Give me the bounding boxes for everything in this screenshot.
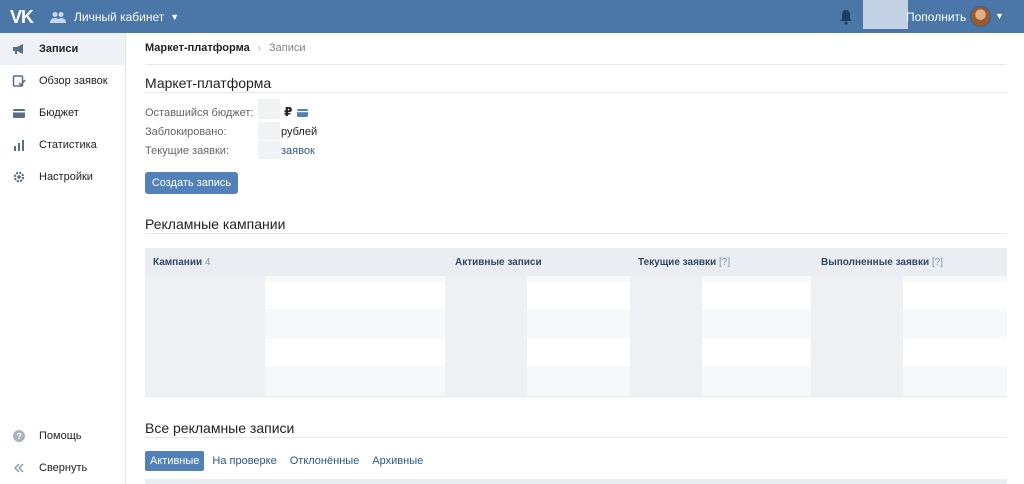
help-hint[interactable]: [?] [932, 257, 943, 268]
blocked-value [258, 122, 280, 140]
sidebar-item-label: Обзор заявок [39, 75, 108, 87]
campaigns-table-header: Кампании 4 Активные записи Текущие заявк… [145, 248, 1007, 276]
posts-list [145, 479, 1007, 484]
column-header-current-requests[interactable]: Текущие заявки [?] [638, 257, 730, 268]
sidebar-item-label: Записи [39, 43, 79, 55]
balance-display [863, 0, 908, 29]
campaigns-count: 4 [204, 257, 211, 268]
current-requests-cell [630, 276, 702, 396]
campaigns-title: Рекламные кампании [145, 216, 286, 232]
campaign-name-cell [145, 276, 265, 396]
gear-icon [12, 170, 26, 184]
requests-label: Текущие заявки: [145, 145, 229, 157]
megaphone-icon [12, 42, 26, 56]
campaigns-table-body [145, 276, 1007, 396]
account-label: Личный кабинет [74, 10, 165, 24]
divider [145, 233, 1007, 234]
create-post-button[interactable]: Создать запись [145, 172, 238, 194]
chevron-down-icon: ▼ [170, 12, 180, 22]
divider [145, 92, 1007, 93]
budget-value [258, 99, 280, 119]
collapse-sidebar-button[interactable]: Свернуть [0, 452, 125, 484]
tab-moderation[interactable]: На проверке [207, 451, 281, 471]
help-label: Помощь [39, 430, 82, 442]
account-switcher[interactable]: Личный кабинет ▼ [50, 8, 179, 26]
completed-requests-cell [811, 276, 903, 396]
sidebar-item-label: Настройки [39, 171, 93, 183]
users-icon [50, 12, 66, 23]
requests-link[interactable]: заявок [281, 145, 315, 157]
divider [145, 396, 1007, 397]
summary-title: Маркет-платформа [145, 75, 272, 91]
column-header-completed-requests[interactable]: Выполненные заявки [?] [821, 257, 943, 268]
breadcrumb-root[interactable]: Маркет-платформа [145, 42, 250, 54]
column-header-active-posts[interactable]: Активные записи [455, 257, 542, 268]
column-header-campaigns[interactable]: Кампании 4 [153, 257, 210, 268]
bell-icon[interactable] [839, 9, 853, 25]
sidebar: Записи Обзор заявок Бюджет Статистика На… [0, 33, 126, 484]
active-posts-cell [445, 276, 527, 396]
help-icon: ? [12, 429, 26, 443]
requests-value [258, 141, 280, 159]
breadcrumb-current: Записи [269, 42, 306, 54]
divider [145, 64, 1007, 65]
tab-rejected[interactable]: Отклонённые [285, 451, 365, 471]
double-chevron-left-icon [12, 461, 26, 475]
blocked-unit: рублей [281, 126, 318, 138]
post-filter-tabs: Активные На проверке Отклонённые Архивны… [145, 451, 431, 471]
main-content: Маркет-платформа › Записи Маркет-платфор… [127, 33, 1024, 484]
wallet-icon[interactable] [297, 108, 308, 117]
sidebar-item-statistics[interactable]: Статистика [0, 129, 125, 161]
sidebar-item-label: Бюджет [39, 107, 79, 119]
tab-active[interactable]: Активные [145, 451, 205, 471]
budget-label: Оставшийся бюджет: [145, 107, 254, 119]
bar-chart-icon [12, 138, 26, 152]
sidebar-item-label: Статистика [39, 139, 97, 151]
breadcrumb: Маркет-платформа › Записи [145, 42, 306, 54]
sidebar-item-requests[interactable]: Обзор заявок [0, 65, 125, 97]
sidebar-item-posts[interactable]: Записи [0, 33, 125, 65]
ruble-icon: ₽ [284, 105, 293, 119]
help-link[interactable]: ? Помощь [0, 420, 125, 452]
avatar[interactable] [970, 6, 991, 27]
tab-archived[interactable]: Архивные [367, 451, 428, 471]
svg-text:?: ? [16, 432, 22, 442]
collapse-label: Свернуть [39, 462, 88, 474]
help-hint[interactable]: [?] [719, 257, 730, 268]
sidebar-item-settings[interactable]: Настройки [0, 161, 125, 193]
wallet-icon [12, 106, 26, 120]
all-posts-title: Все рекламные записи [145, 420, 295, 436]
vk-logo[interactable]: VK [10, 7, 34, 27]
blocked-label: Заблокировано: [145, 126, 227, 138]
top-bar: VK Личный кабинет ▼ Пополнить ▼ [0, 0, 1024, 33]
divider [145, 437, 1007, 438]
review-icon [12, 74, 26, 88]
topup-link[interactable]: Пополнить [906, 10, 966, 24]
breadcrumb-separator: › [257, 42, 262, 54]
chevron-down-icon[interactable]: ▼ [995, 11, 1004, 21]
sidebar-item-budget[interactable]: Бюджет [0, 97, 125, 129]
